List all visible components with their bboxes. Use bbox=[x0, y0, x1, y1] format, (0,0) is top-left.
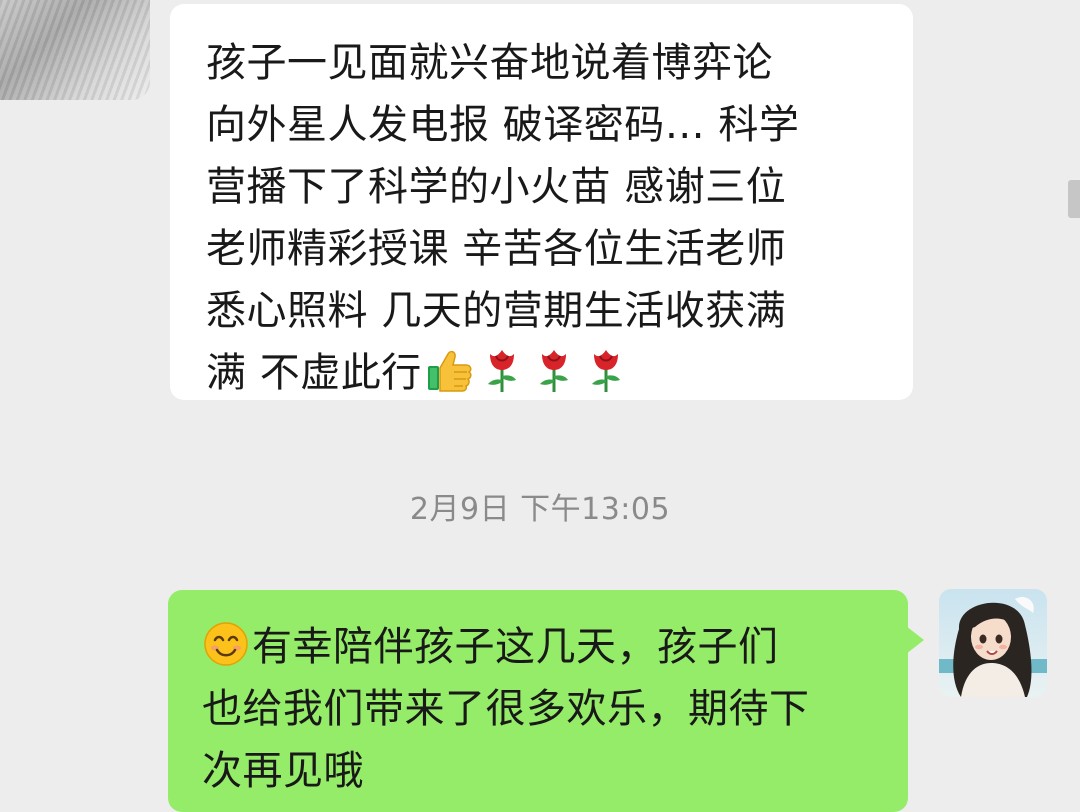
message-line: 有幸陪伴孩子这几天，孩子们 bbox=[252, 624, 779, 670]
rose-emoji bbox=[487, 350, 516, 392]
user-avatar[interactable] bbox=[939, 589, 1047, 697]
sent-message-text: 有幸陪伴孩子这几天，孩子们 也给我们带来了很多欢乐，期待下 次再见哦 bbox=[202, 616, 882, 802]
scrollbar-thumb[interactable] bbox=[1068, 180, 1080, 218]
contact-avatar[interactable] bbox=[0, 0, 150, 100]
smiling-face-emoji bbox=[204, 622, 248, 666]
message-line-first: 有幸陪伴孩子这几天，孩子们 bbox=[202, 616, 882, 678]
message-line: 满 不虚此行 bbox=[206, 350, 422, 396]
user-avatar-image bbox=[939, 589, 1047, 697]
message-line: 向外星人发电报 破译密码… 科学 bbox=[206, 102, 800, 148]
rose-emoji bbox=[591, 350, 620, 392]
message-line: 营播下了科学的小火苗 感谢三位 bbox=[206, 164, 787, 210]
message-line: 悉心照料 几天的营期生活收获满 bbox=[206, 288, 787, 334]
thumbs-up-emoji bbox=[427, 350, 472, 392]
rose-emoji bbox=[539, 350, 568, 392]
received-message-bubble[interactable]: 孩子一见面就兴奋地说着博弈论 向外星人发电报 破译密码… 科学 营播下了科学的小… bbox=[170, 4, 913, 400]
message-line: 孩子一见面就兴奋地说着博弈论 bbox=[206, 40, 773, 86]
sent-message-bubble[interactable]: 有幸陪伴孩子这几天，孩子们 也给我们带来了很多欢乐，期待下 次再见哦 bbox=[168, 590, 924, 812]
message-line: 次再见哦 bbox=[202, 748, 364, 794]
message-line-last: 满 不虚此行 bbox=[206, 342, 883, 404]
message-line: 老师精彩授课 辛苦各位生活老师 bbox=[206, 226, 787, 272]
received-message-text: 孩子一见面就兴奋地说着博弈论 向外星人发电报 破译密码… 科学 营播下了科学的小… bbox=[206, 32, 883, 404]
message-line: 也给我们带来了很多欢乐，期待下 bbox=[202, 686, 810, 732]
message-timestamp: 2月9日 下午13:05 bbox=[409, 492, 671, 527]
